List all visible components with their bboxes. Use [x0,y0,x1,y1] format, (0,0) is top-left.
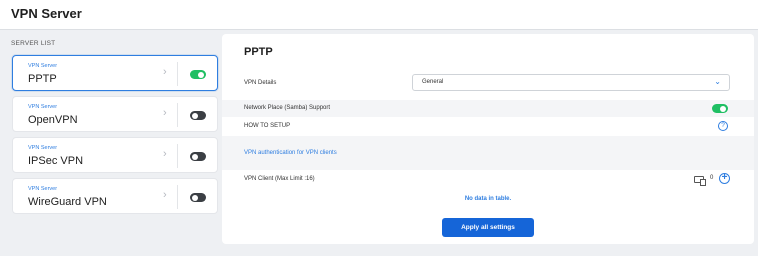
auth-row: VPN authentication for VPN clients [222,136,754,170]
divider [177,144,178,168]
samba-label: Network Place (Samba) Support [244,105,331,111]
server-card-sub: VPN Server [28,186,58,192]
server-card-name: OpenVPN [28,114,78,126]
divider [177,62,178,86]
vpn-details-value: General [422,79,444,85]
devices-icon [694,176,706,186]
server-card-sub: VPN Server [28,104,58,110]
vpn-auth-link[interactable]: VPN authentication for VPN clients [244,150,337,156]
pptp-settings-panel: PPTP VPN Details General ⌄ Network Place… [222,34,754,244]
plus-circle-icon[interactable]: + [719,173,730,184]
server-card-name: WireGuard VPN [28,196,107,208]
apply-all-settings-button[interactable]: Apply all settings [442,218,534,237]
server-card-wireguard[interactable]: VPN Server WireGuard VPN › [12,178,218,214]
divider [177,103,178,127]
chevron-right-icon[interactable]: › [163,107,167,119]
server-card-sub: VPN Server [28,63,58,69]
client-count: 0 [710,175,714,181]
page-title: VPN Server [11,6,82,21]
chevron-right-icon[interactable]: › [163,189,167,201]
no-data-message: No data in table. [464,196,512,202]
how-to-setup-label: HOW TO SETUP [244,123,291,129]
vpn-client-row: VPN Client (Max Limit :16) 0 + [222,171,754,188]
ipsec-toggle[interactable] [190,152,206,161]
server-card-pptp[interactable]: VPN Server PPTP › [12,55,218,91]
chevron-right-icon[interactable]: › [163,148,167,160]
divider [177,185,178,209]
chevron-right-icon[interactable]: › [163,66,167,78]
server-list-label: SERVER LIST [11,40,56,47]
openvpn-toggle[interactable] [190,111,206,120]
page-header: VPN Server [0,0,758,30]
vpn-details-row: VPN Details General ⌄ [222,70,754,95]
server-card-ipsec[interactable]: VPN Server IPSec VPN › [12,137,218,173]
samba-row: Network Place (Samba) Support [222,100,754,117]
chevron-down-icon: ⌄ [714,77,721,86]
server-card-name: IPSec VPN [28,155,84,167]
vpn-details-label: VPN Details [244,80,277,86]
content-area: SERVER LIST VPN Server PPTP › VPN Server… [4,30,754,252]
server-card-sub: VPN Server [28,145,58,151]
how-to-setup-row: HOW TO SETUP ? [222,118,754,135]
vpn-client-label: VPN Client (Max Limit :16) [244,176,315,182]
pptp-toggle[interactable] [190,70,206,79]
vpn-details-select[interactable]: General ⌄ [412,74,730,91]
samba-toggle[interactable] [712,104,728,113]
wireguard-toggle[interactable] [190,193,206,202]
question-circle-icon[interactable]: ? [718,121,728,131]
panel-title: PPTP [244,46,273,58]
server-card-name: PPTP [28,73,57,85]
server-card-openvpn[interactable]: VPN Server OpenVPN › [12,96,218,132]
